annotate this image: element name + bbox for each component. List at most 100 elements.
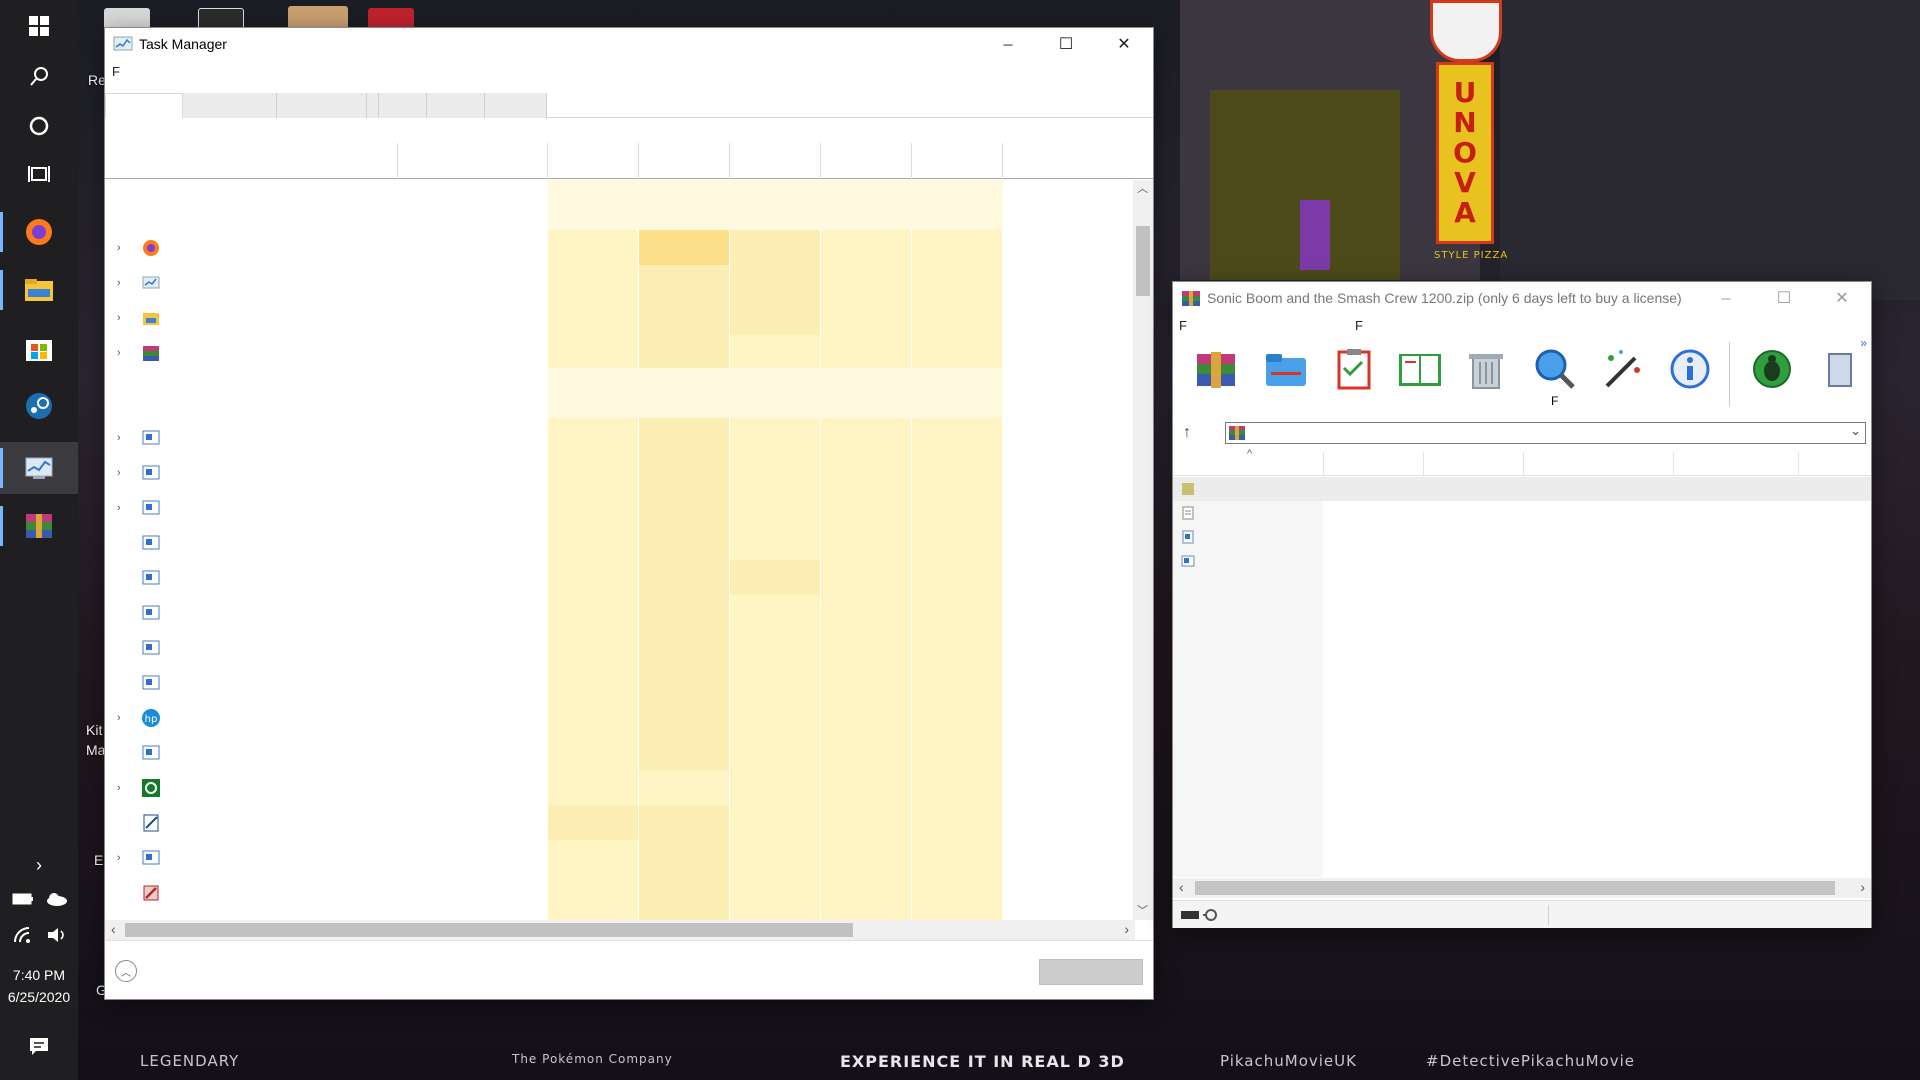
column-divider[interactable] [1523,452,1524,476]
taskbar-store[interactable] [0,322,78,374]
horizontal-scroll-thumb[interactable] [125,923,853,937]
menu-favorites[interactable]: F [1355,318,1363,333]
scroll-down-icon[interactable]: ﹀ [1137,902,1148,918]
column-divider[interactable] [1673,452,1674,476]
taskbar-winrar[interactable] [0,500,78,552]
tab-startup[interactable] [367,93,379,118]
column-divider[interactable] [1798,452,1799,476]
tab-performance[interactable] [183,93,277,118]
add-archive-icon[interactable] [1193,346,1239,392]
minimize-icon: ─ [1721,290,1731,306]
winrar-titlebar[interactable]: Sonic Boom and the Smash Crew 1200.zip (… [1173,282,1871,314]
search-button[interactable] [0,50,78,102]
column-divider[interactable] [820,143,821,179]
scroll-left-icon[interactable]: ‹ [111,921,116,937]
menu-file[interactable]: F [112,64,120,79]
taskbar-firefox[interactable] [0,206,78,258]
taskbar-clock[interactable]: 7:40 PM 6/25/2020 [0,964,78,1008]
view-book-icon[interactable] [1397,346,1443,392]
taskbar-file-explorer[interactable] [0,264,78,316]
minimize-button[interactable]: ─ [1697,282,1755,314]
task-manager-titlebar[interactable]: Task Manager ─ ☐ ✕ [105,28,1153,60]
heat-cell [730,230,820,335]
column-divider[interactable] [1002,143,1003,179]
horizontal-scrollbar[interactable]: ‹ › [105,920,1135,940]
horizontal-scrollbar[interactable]: ‹ › [1173,878,1871,898]
expand-arrow-icon[interactable]: › [117,277,129,289]
list-item[interactable] [1173,549,1871,573]
expand-arrow-icon[interactable]: › [117,347,129,359]
maximize-button[interactable]: ☐ [1037,28,1095,60]
desktop-icon-label[interactable]: Ma [86,742,105,758]
taskbar-steam[interactable] [0,380,78,432]
onedrive-button[interactable] [42,886,72,912]
speaker-icon [48,928,64,942]
up-one-level-button[interactable]: ↑ [1183,424,1191,442]
tab-details[interactable] [427,93,485,118]
end-task-button[interactable] [1039,959,1143,985]
notepad-icon [143,814,159,832]
horizontal-scroll-thumb[interactable] [1195,881,1835,895]
column-divider[interactable] [729,143,730,179]
expand-arrow-icon[interactable]: › [117,242,129,254]
delete-trash-icon[interactable] [1463,346,1509,392]
expand-arrow-icon[interactable]: › [117,432,129,444]
info-icon[interactable] [1667,346,1713,392]
dropdown-arrow-icon[interactable]: ⌄ [1850,423,1861,439]
start-button[interactable] [0,0,78,52]
column-divider[interactable] [638,143,639,179]
tab-app-history[interactable] [277,93,367,118]
expand-arrow-icon[interactable]: › [117,502,129,514]
network-button[interactable] [8,922,38,948]
extract-folder-icon[interactable] [1263,346,1309,392]
close-button[interactable]: ✕ [1813,282,1871,314]
test-clipboard-icon[interactable] [1331,346,1377,392]
taskbar-task-manager[interactable] [0,442,78,494]
menu-file[interactable]: F [1179,318,1187,333]
scroll-right-icon[interactable]: › [1860,879,1865,895]
column-divider[interactable] [397,143,398,179]
column-divider[interactable] [1323,452,1324,476]
heat-cell [639,770,729,805]
wizard-wand-icon[interactable] [1599,346,1645,392]
list-item[interactable] [1173,501,1871,525]
fewer-details-button[interactable]: ︿ [115,960,137,982]
battery-button[interactable] [8,886,38,912]
volume-button[interactable] [42,922,72,948]
expand-arrow-icon[interactable]: › [117,852,129,864]
find-magnifier-icon[interactable] [1531,346,1577,392]
column-divider[interactable] [1423,452,1424,476]
scroll-right-icon[interactable]: › [1124,921,1129,937]
comment-icon[interactable] [1823,346,1853,392]
expand-arrow-icon[interactable]: › [117,467,129,479]
expand-arrow-icon[interactable]: › [117,712,129,724]
tab-processes[interactable] [105,93,183,118]
wifi-icon [14,927,30,943]
list-item-parent-folder[interactable] [1173,477,1871,501]
desktop-icon-label[interactable]: Kit [86,722,102,738]
close-button[interactable]: ✕ [1095,28,1153,60]
vertical-scroll-thumb[interactable] [1136,226,1150,296]
tab-services[interactable] [485,93,547,118]
minimize-button[interactable]: ─ [979,28,1037,60]
address-bar[interactable]: ⌄ [1225,422,1866,444]
action-center-button[interactable] [0,1020,78,1072]
expand-arrow-icon[interactable]: › [117,782,129,794]
show-hidden-icons-button[interactable]: › [0,850,78,880]
vertical-scrollbar[interactable]: ︿ ﹀ [1133,180,1153,920]
toolbar-overflow-icon[interactable]: » [1860,336,1867,350]
task-view-button[interactable] [0,148,78,200]
service-window-icon [142,605,160,620]
drive-key-icon [1181,909,1217,921]
list-item[interactable] [1173,525,1871,549]
winrar-icon [26,514,52,538]
cortana-button[interactable] [0,100,78,152]
tab-users[interactable] [379,93,427,118]
scroll-up-icon[interactable]: ︿ [1137,180,1148,196]
maximize-button[interactable]: ☐ [1755,282,1813,314]
expand-arrow-icon[interactable]: › [117,312,129,324]
column-divider[interactable] [911,143,912,179]
virus-scan-bug-icon[interactable] [1749,346,1795,392]
scroll-left-icon[interactable]: ‹ [1179,879,1184,895]
column-divider[interactable] [547,143,548,179]
